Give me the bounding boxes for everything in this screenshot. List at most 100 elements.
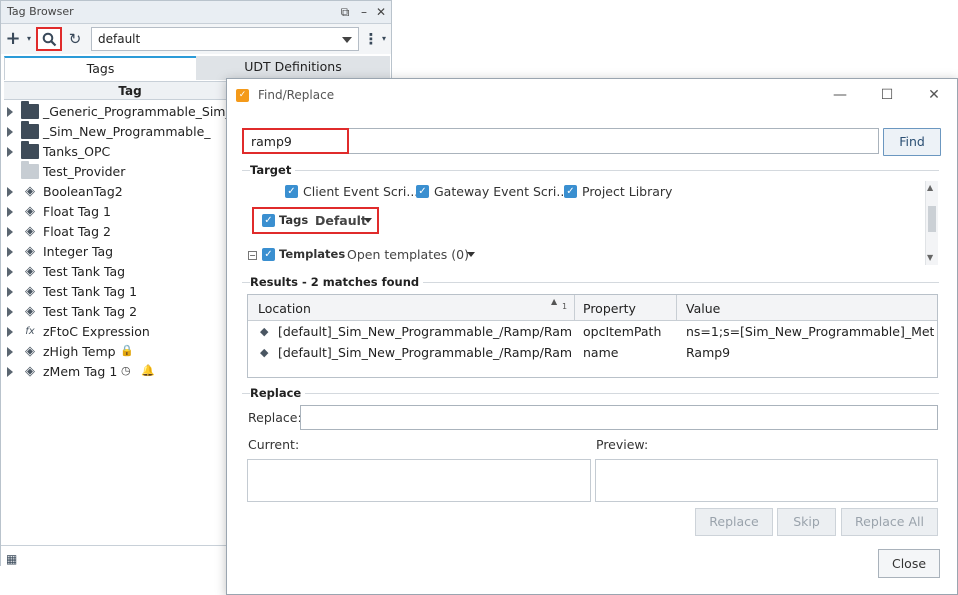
expand-icon[interactable] [7, 267, 13, 277]
grid-view-icon[interactable]: ▦ [6, 552, 17, 566]
client-events-checkbox[interactable]: ✓ [285, 185, 298, 198]
collapse-icon[interactable]: − [248, 251, 257, 260]
tree-item[interactable]: Tanks_OPC [7, 141, 227, 162]
expand-icon[interactable] [7, 127, 13, 137]
skip-button[interactable]: Skip [777, 508, 836, 536]
expand-icon[interactable] [7, 207, 13, 217]
find-button[interactable]: Find [883, 128, 941, 156]
project-library-label: Project Library [582, 184, 673, 199]
tree-item-label: Test Tank Tag [43, 264, 126, 279]
replace-button[interactable]: Replace [695, 508, 773, 536]
tags-provider-select[interactable]: Default [315, 213, 367, 228]
close-icon[interactable]: ✕ [373, 4, 389, 20]
folder-icon [21, 101, 39, 119]
tree-item[interactable]: ◈ Float Tag 1 [7, 202, 227, 222]
expand-icon[interactable] [7, 287, 13, 297]
location-column-header[interactable]: Location [258, 301, 311, 316]
tree-item-label: Integer Tag [43, 244, 114, 259]
chevron-down-icon [342, 37, 352, 43]
tree-item[interactable]: ◈ BooleanTag2 [7, 182, 227, 202]
tree-item[interactable]: ◈ zHigh Temp 🔒 [7, 342, 227, 362]
row-location: [default]_Sim_New_Programmable_/Ramp/Ram… [278, 345, 572, 360]
tree-item[interactable]: ◈ zMem Tag 1 ◷ 🔔 [7, 362, 227, 382]
property-column-header[interactable]: Property [583, 301, 636, 316]
target-scrollbar[interactable]: ▲ ▼ [925, 181, 938, 265]
replace-all-button[interactable]: Replace All [841, 508, 938, 536]
minimize-icon[interactable]: – [356, 4, 372, 20]
search-button[interactable] [36, 27, 62, 51]
float-window-icon[interactable]: ⧉ [337, 4, 353, 20]
tab-tags[interactable]: Tags [4, 56, 196, 80]
opc-tag-icon: ◈ [25, 364, 35, 379]
close-button[interactable]: Close [878, 549, 940, 578]
tree-item-label: Float Tag 2 [43, 224, 111, 239]
tree-item[interactable]: ◈ Test Tank Tag 1 [7, 282, 227, 302]
refresh-icon[interactable]: ↻ [66, 30, 84, 48]
tree-item-label: zFtoC Expression [43, 324, 150, 339]
templates-select[interactable]: Open templates (0) [347, 247, 469, 262]
tree-item[interactable]: ◈ Test Tank Tag [7, 262, 227, 282]
scroll-down-icon[interactable]: ▼ [927, 253, 933, 262]
tag-browser-title: Tag Browser [7, 5, 74, 18]
expand-icon[interactable] [7, 227, 13, 237]
close-icon[interactable]: ✕ [925, 86, 943, 104]
tree-item[interactable]: ◈ Float Tag 2 [7, 222, 227, 242]
chevron-down-icon[interactable] [467, 252, 475, 257]
sort-ascending-icon[interactable]: ▲ [551, 297, 557, 306]
replace-input[interactable] [300, 405, 938, 430]
tree-item[interactable]: _Generic_Programmable_Sim_ [7, 101, 232, 122]
expand-icon[interactable] [7, 347, 13, 357]
column-separator[interactable] [574, 295, 575, 321]
folder-icon [21, 161, 39, 179]
expand-icon[interactable] [7, 107, 13, 117]
tree-item-label: _Generic_Programmable_Sim_ [43, 104, 232, 119]
expand-icon[interactable] [7, 327, 13, 337]
tab-udt-definitions[interactable]: UDT Definitions [196, 56, 390, 80]
expand-icon[interactable] [7, 367, 13, 377]
results-section-label: Results - 2 matches found [250, 275, 424, 289]
minimize-icon[interactable]: — [831, 86, 849, 104]
tree-item-label: Test Tank Tag 1 [43, 284, 138, 299]
preview-text-area [595, 459, 938, 502]
tree-item[interactable]: _Sim_New_Programmable_ [7, 121, 227, 142]
table-row[interactable]: ◆ [default]_Sim_New_Programmable_/Ramp/R… [248, 321, 937, 342]
divider [242, 393, 939, 394]
templates-checkbox[interactable]: ✓ [262, 248, 275, 261]
row-value: ns=1;s=[Sim_New_Programmable]_Meta:... [686, 324, 934, 339]
opc-tag-icon: ◈ [25, 344, 35, 359]
project-library-checkbox[interactable]: ✓ [564, 185, 577, 198]
scroll-thumb[interactable] [928, 206, 936, 232]
chevron-down-icon[interactable] [364, 218, 372, 223]
provider-value: default [98, 32, 141, 46]
value-column-header[interactable]: Value [686, 301, 720, 316]
provider-select[interactable]: default [91, 27, 359, 51]
tree-item[interactable]: fx zFtoC Expression [7, 322, 227, 342]
tree-item-label: BooleanTag2 [43, 184, 123, 199]
column-separator[interactable] [676, 295, 677, 321]
table-row[interactable]: ◆ [default]_Sim_New_Programmable_/Ramp/R… [248, 342, 937, 363]
current-text-area [247, 459, 591, 502]
expand-icon[interactable] [7, 307, 13, 317]
tree-item-label: _Sim_New_Programmable_ [43, 124, 211, 139]
search-icon [42, 32, 57, 47]
clock-icon: ◷ [121, 364, 131, 377]
app-logo-icon: ✓ [236, 89, 249, 102]
opc-tag-icon: ◈ [25, 304, 35, 319]
tree-item[interactable]: ◈ Test Tank Tag 2 [7, 302, 227, 322]
tree-item[interactable]: ◈ Integer Tag [7, 242, 227, 262]
tag-browser-toolbar: + ▾ ↻ default ⋮ ▾ [1, 24, 391, 54]
expand-icon[interactable] [7, 147, 13, 157]
tree-item[interactable]: Test_Provider [7, 161, 227, 182]
opc-tag-icon: ◈ [25, 224, 35, 239]
more-dropdown-icon[interactable]: ▾ [375, 30, 393, 48]
tags-checkbox[interactable]: ✓ [262, 214, 275, 227]
gateway-events-label: Gateway Event Scri... [434, 184, 569, 199]
scroll-up-icon[interactable]: ▲ [927, 183, 933, 192]
client-events-label: Client Event Scri... [303, 184, 419, 199]
expand-icon[interactable] [7, 247, 13, 257]
expand-icon[interactable] [7, 187, 13, 197]
tree-item-label: Test Tank Tag 2 [43, 304, 138, 319]
maximize-icon[interactable]: ☐ [878, 86, 896, 104]
gateway-events-checkbox[interactable]: ✓ [416, 185, 429, 198]
preview-label: Preview: [596, 437, 649, 452]
